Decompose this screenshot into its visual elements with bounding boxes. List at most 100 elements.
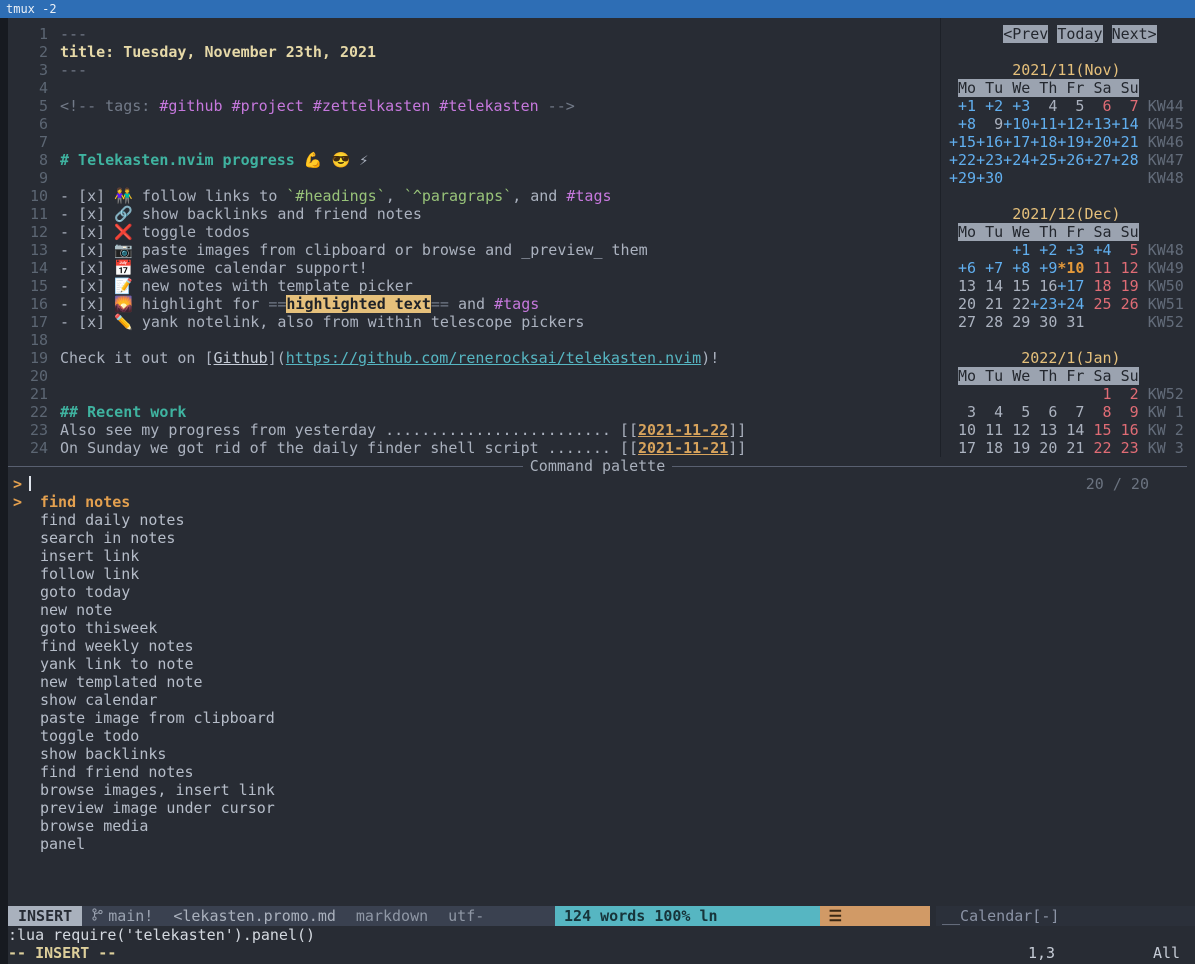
calendar-days[interactable]: +10+11+12+13+14 xyxy=(1003,115,1138,133)
calendar-days[interactable]: 17 18 19 20 21 xyxy=(949,439,1084,457)
editor-line[interactable]: 13- [x] 📷 paste images from clipboard or… xyxy=(8,241,934,259)
editor-line[interactable]: 20 xyxy=(8,367,934,385)
editor-line[interactable]: 11- [x] 🔗 show backlinks and friend note… xyxy=(8,205,934,223)
calendar-days[interactable]: +1 +2 +3 +4 xyxy=(1003,241,1111,259)
palette-item[interactable]: find weekly notes xyxy=(0,637,1195,655)
calendar-days[interactable]: 11 12 xyxy=(1084,259,1138,277)
diagnostics: ☰ [11]tra… xyxy=(820,906,930,926)
editor-line[interactable]: 12- [x] ❌ toggle todos xyxy=(8,223,934,241)
editor-line[interactable]: 19Check it out on [Github](https://githu… xyxy=(8,349,934,367)
palette-item-label: browse images, insert link xyxy=(40,781,275,799)
encoding-fileformat-label: utf-8[unix] xyxy=(448,907,511,926)
editor-line[interactable]: 16- [x] 🌄 highlight for ==highlighted te… xyxy=(8,295,934,313)
calendar-days[interactable]: 1 2 xyxy=(1084,385,1138,403)
calendar-days[interactable]: 4 5 xyxy=(1030,97,1084,115)
hashtag: #tags xyxy=(494,295,539,313)
palette-prompt-input[interactable]: > 20 / 20 xyxy=(0,475,1195,493)
editor-line[interactable]: 14- [x] 📅 awesome calendar support! xyxy=(8,259,934,277)
calendar-days[interactable]: 18 19 xyxy=(1084,277,1138,295)
body-text: show backlinks and friend notes xyxy=(133,205,422,223)
text-segment xyxy=(1139,115,1148,133)
calendar-days[interactable]: +29+30 xyxy=(949,169,1003,187)
palette-item[interactable]: goto today xyxy=(0,583,1195,601)
text-segment xyxy=(949,367,958,385)
palette-item[interactable]: show backlinks xyxy=(0,745,1195,763)
editor-line[interactable]: 17- [x] ✏️ yank notelink, also from with… xyxy=(8,313,934,331)
editor-line[interactable]: 10- [x] 👫 follow links to `#headings`, `… xyxy=(8,187,934,205)
body-text: toggle todos xyxy=(133,223,250,241)
editor-line[interactable]: 4 xyxy=(8,79,934,97)
calendar-days[interactable]: 9 xyxy=(976,115,1003,133)
editor-line[interactable]: 2title: Tuesday, November 23th, 2021 xyxy=(8,43,934,61)
editor-line[interactable]: 15- [x] 📝 new notes with template picker xyxy=(8,277,934,295)
line-number: 23 xyxy=(8,421,48,439)
palette-item-label: show calendar xyxy=(40,691,157,709)
palette-item[interactable]: preview image under cursor xyxy=(0,799,1195,817)
calendar-days[interactable]: 27 28 29 30 31 xyxy=(949,313,1084,331)
calendar-days[interactable]: 15 16 xyxy=(1084,421,1138,439)
today-button[interactable]: Today xyxy=(1057,25,1102,43)
calendar-days[interactable]: *10 xyxy=(1057,259,1084,277)
palette-item[interactable]: insert link xyxy=(0,547,1195,565)
palette-item[interactable]: find friend notes xyxy=(0,763,1195,781)
editor-line[interactable]: 1--- xyxy=(8,25,934,43)
palette-item[interactable]: goto thisweek xyxy=(0,619,1195,637)
editor-line[interactable]: 5<!-- tags: #github #project #zettelkast… xyxy=(8,97,934,115)
editor-line[interactable]: 18 xyxy=(8,331,934,349)
line-number: 5 xyxy=(8,97,48,115)
palette-item[interactable]: show calendar xyxy=(0,691,1195,709)
calendar-row: Mo Tu We Th Fr Sa Su xyxy=(949,367,1191,385)
line-number: 12 xyxy=(8,223,48,241)
editor-line[interactable]: 24On Sunday we got rid of the daily find… xyxy=(8,439,934,457)
editor-line[interactable]: 22## Recent work xyxy=(8,403,934,421)
editor-line[interactable]: 9 xyxy=(8,169,934,187)
calendar-days[interactable]: 5 xyxy=(1112,241,1139,259)
prev-button[interactable]: <Prev xyxy=(1003,25,1048,43)
palette-item[interactable]: yank link to note xyxy=(0,655,1195,673)
palette-item[interactable]: panel xyxy=(0,835,1195,853)
palette-item[interactable]: new note xyxy=(0,601,1195,619)
palette-item[interactable]: toggle todo xyxy=(0,727,1195,745)
calendar-days[interactable]: 6 7 xyxy=(1084,97,1138,115)
calendar-days[interactable]: 25 26 xyxy=(1084,295,1138,313)
editor-line[interactable]: 7 xyxy=(8,133,934,151)
week-number: KW48 xyxy=(1148,241,1184,259)
calendar-days[interactable]: +22+23+24+25+26+27+28 xyxy=(949,151,1139,169)
week-number: KW50 xyxy=(1148,277,1184,295)
palette-item[interactable]: browse images, insert link xyxy=(0,781,1195,799)
calendar-days[interactable]: 20 21 22 xyxy=(949,295,1030,313)
calendar-days[interactable]: +8 xyxy=(949,115,976,133)
palette-item[interactable]: search in notes xyxy=(0,529,1195,547)
editor-line[interactable]: 6 xyxy=(8,115,934,133)
prompt-caret: > xyxy=(13,475,22,493)
palette-item[interactable]: follow link xyxy=(0,565,1195,583)
calendar-days[interactable]: 22 23 xyxy=(1084,439,1138,457)
calendar-days[interactable]: 10 11 12 13 14 xyxy=(949,421,1084,439)
editor-line[interactable]: 3--- xyxy=(8,61,934,79)
calendar-days[interactable]: 3 4 5 6 7 xyxy=(949,403,1084,421)
calendar-days[interactable]: +17 xyxy=(1057,277,1084,295)
palette-item[interactable]: find daily notes xyxy=(0,511,1195,529)
cursor-position: 1,3 xyxy=(1028,944,1055,962)
statusline-left: INSERTmain!<lekasten.promo.md xyxy=(8,906,346,926)
body-text: paste images from clipboard or browse an… xyxy=(133,241,648,259)
next-button[interactable]: Next> xyxy=(1112,25,1157,43)
palette-item[interactable]: new templated note xyxy=(0,673,1195,691)
palette-item[interactable]: browse media xyxy=(0,817,1195,835)
calendar-panel: <Prev Today Next> 2021/11(Nov) Mo Tu We … xyxy=(949,25,1191,457)
palette-item[interactable]: paste image from clipboard xyxy=(0,709,1195,727)
calendar-days[interactable]: +1 +2 +3 xyxy=(949,97,1030,115)
editor-line[interactable]: 21 xyxy=(8,385,934,403)
calendar-days[interactable]: +15+16+17+18+19+20+21 xyxy=(949,133,1139,151)
calendar-row: 20 21 22+23+24 25 26 KW51 xyxy=(949,295,1191,313)
editor-line[interactable]: 23Also see my progress from yesterday ..… xyxy=(8,421,934,439)
editor-line[interactable]: 8# Telekasten.nvim progress 💪 😎 ⚡ xyxy=(8,151,934,169)
calendar-days[interactable]: 13 14 15 16 xyxy=(949,277,1057,295)
calendar-days[interactable]: 8 9 xyxy=(1084,403,1138,421)
line-text: On Sunday we got rid of the daily finder… xyxy=(60,439,746,457)
calendar-days[interactable]: +23+24 xyxy=(1030,295,1084,313)
link-text: Github xyxy=(214,349,268,367)
calendar-days[interactable]: +6 +7 +8 +9 xyxy=(949,259,1057,277)
editor-pane[interactable]: 1---2title: Tuesday, November 23th, 2021… xyxy=(8,25,934,457)
palette-item[interactable]: >find notes xyxy=(0,493,1195,511)
